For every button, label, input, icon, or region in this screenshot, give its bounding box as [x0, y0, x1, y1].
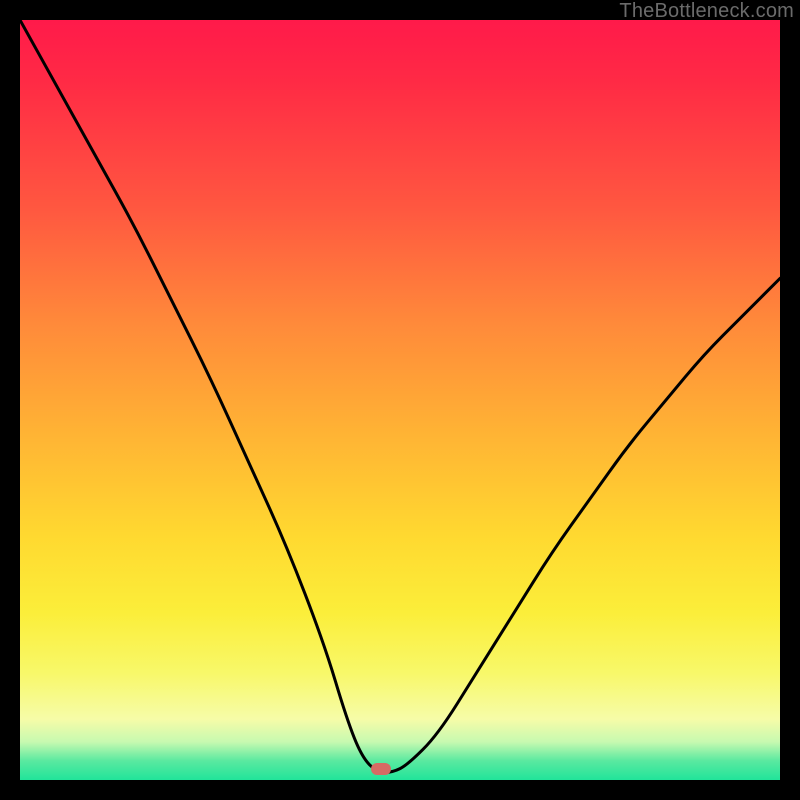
curve-path [20, 20, 780, 772]
plot-area [20, 20, 780, 780]
optimal-point-marker [371, 763, 391, 775]
chart-stage: TheBottleneck.com [0, 0, 800, 800]
bottleneck-curve [20, 20, 780, 780]
